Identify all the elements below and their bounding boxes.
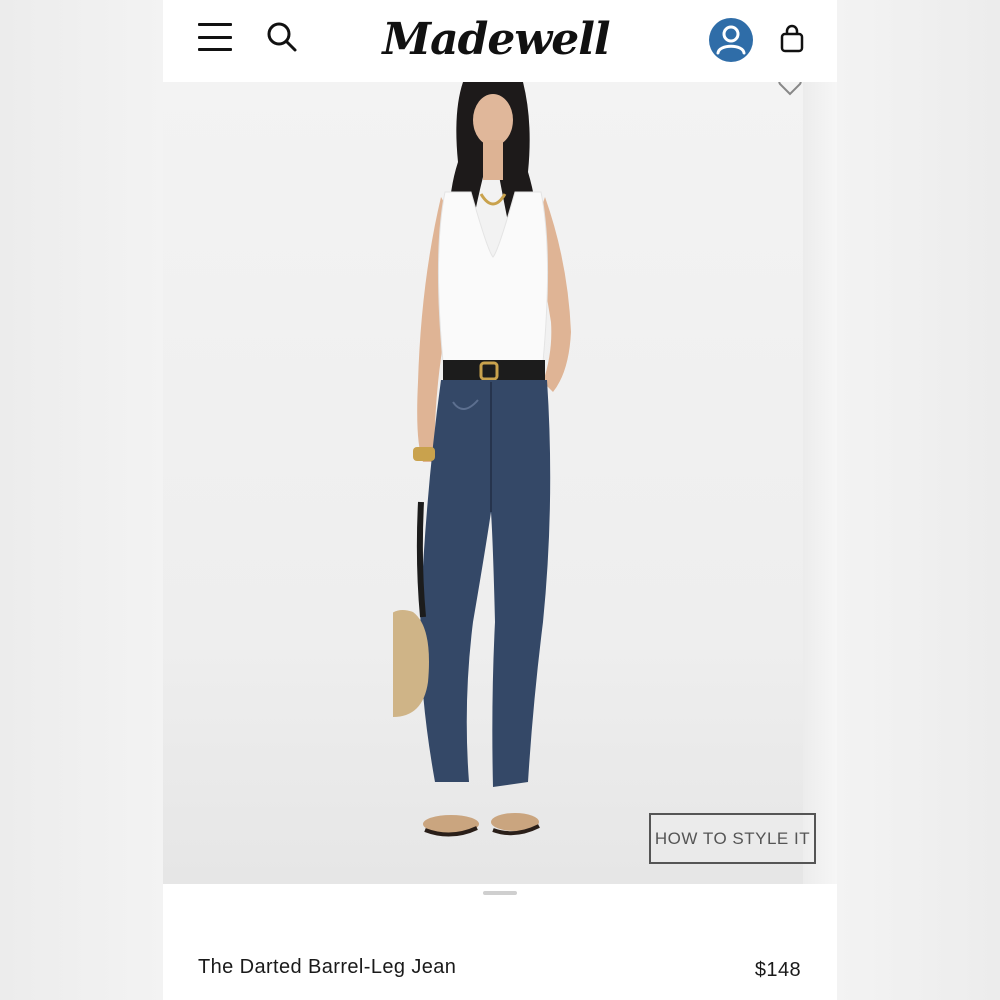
- menu-icon-bar: [198, 23, 232, 26]
- product-hero-image[interactable]: HOW TO STYLE IT: [163, 82, 837, 884]
- account-button[interactable]: [709, 18, 753, 62]
- account-icon: [716, 25, 746, 55]
- search-icon: [267, 22, 297, 52]
- heart-icon: [778, 82, 802, 96]
- shopping-bag-button[interactable]: [779, 24, 805, 54]
- wishlist-button[interactable]: [777, 82, 803, 96]
- product-price: $148: [754, 959, 801, 981]
- search-button[interactable]: [265, 20, 299, 54]
- bag-icon: [780, 24, 804, 53]
- brand-logo[interactable]: Madewell: [382, 10, 610, 68]
- next-image-peek: [803, 82, 837, 884]
- product-name: The Darted Barrel-Leg Jean: [198, 956, 457, 978]
- menu-icon-bar: [198, 35, 232, 39]
- background-left: [0, 0, 163, 1000]
- how-to-style-button[interactable]: HOW TO STYLE IT: [649, 813, 816, 864]
- app-screen: Madewell HOW TO STYLE IT The Darted Barr…: [163, 0, 837, 1000]
- top-header: Madewell: [163, 0, 837, 82]
- menu-button[interactable]: [195, 20, 235, 54]
- sheet-drag-handle[interactable]: [483, 891, 517, 895]
- model-photo: [393, 82, 571, 837]
- background-right: [837, 0, 1000, 1000]
- menu-icon-bar: [198, 48, 232, 51]
